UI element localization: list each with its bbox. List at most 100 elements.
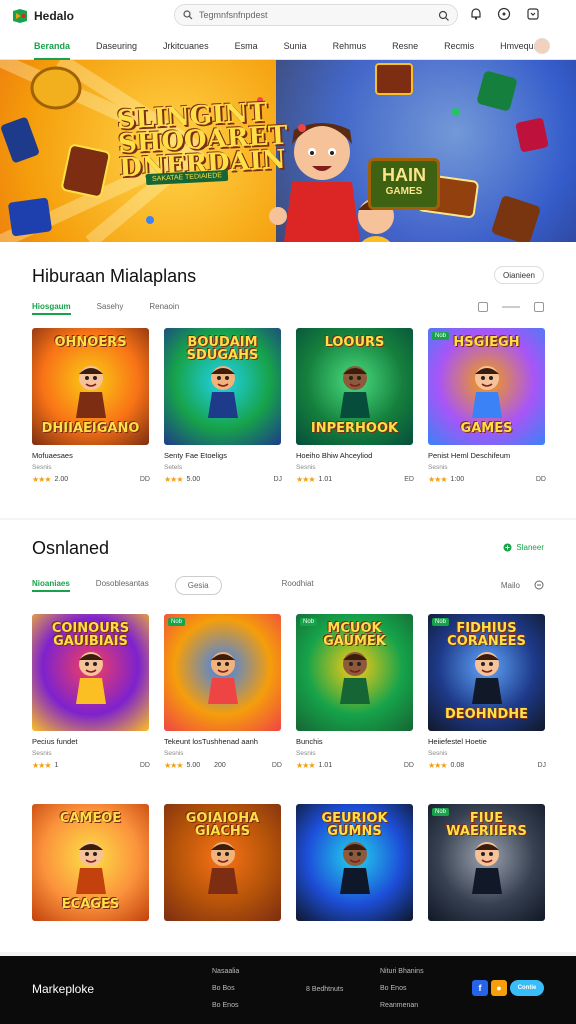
game-card[interactable]: COINOURS GAUIBIAIS Pecius fundet Sesnis ★★★…: [32, 614, 150, 770]
logo-icon[interactable]: [12, 8, 28, 24]
tab[interactable]: Renaoin: [149, 302, 179, 315]
hero-badge-line2: GAMES: [385, 186, 423, 197]
search-input[interactable]: Tegmnfsnfnpdest: [174, 4, 458, 26]
rating-value: 0.08: [450, 762, 465, 769]
card-meta: ★★★ 2.00 DD: [32, 475, 150, 484]
game-thumbnail[interactable]: Nob HSGIEGH GAMES: [428, 328, 545, 445]
nav-item[interactable]: Daseuring: [96, 32, 137, 60]
game-title[interactable]: Pecius fundet: [32, 737, 150, 746]
footer-link[interactable]: Bo Bos: [212, 985, 239, 992]
hero-badge-line1: HAIN: [382, 165, 426, 185]
count-value: 200: [214, 762, 226, 769]
hero-banner[interactable]: SLINGINT SHOOARET DNERDAIN SAKATAE TEDIA…: [0, 60, 576, 242]
footer-link[interactable]: Reanmenan: [380, 1002, 424, 1009]
game-card[interactable]: Nob FIUE WAERIIERS: [428, 804, 546, 921]
nav-item[interactable]: Resne: [392, 32, 418, 60]
nav-item[interactable]: Rehmus: [333, 32, 367, 60]
footer-link[interactable]: 8 Bedhtnuts: [306, 986, 343, 993]
footer-link[interactable]: Bo Enos: [380, 985, 424, 992]
character-illustration: [472, 652, 502, 704]
contact-button[interactable]: Contie: [510, 980, 544, 996]
filter-icon[interactable]: [534, 580, 544, 590]
tab[interactable]: Sasehy: [97, 302, 124, 315]
cart-icon[interactable]: [526, 7, 540, 21]
list-view-icon[interactable]: [534, 302, 544, 312]
game-category: Sesnis: [296, 750, 316, 757]
game-card[interactable]: CAMEOE ECAGES: [32, 804, 150, 921]
game-card[interactable]: Nob Tekeunt losTushhenad aanh Sesnis ★★★ 5.0…: [164, 614, 282, 770]
game-card[interactable]: Nob HSGIEGH GAMES Penist Heml Deschifeum Ses…: [428, 328, 546, 484]
game-category: Sesnis: [32, 750, 52, 757]
game-card[interactable]: LOOURS INPERHOOK Hoeiho Bhiw Ahceyliod Sesn…: [296, 328, 414, 484]
star-rating-icon: ★★★: [32, 761, 51, 770]
card-badge: DJ: [273, 476, 282, 483]
rating-value: 1.01: [318, 476, 333, 483]
card-meta: ★★★ 1 DD: [32, 761, 150, 770]
logo-text[interactable]: Hedalo: [34, 9, 154, 23]
tab[interactable]: Gesia: [174, 576, 222, 595]
nav-item[interactable]: Jrkitcuanes: [163, 32, 209, 60]
nav-item[interactable]: Sunia: [284, 32, 307, 60]
rating-value: 1:00: [450, 476, 465, 483]
game-title[interactable]: Heiiefestel Hoetie: [428, 737, 546, 746]
footer-link[interactable]: Bo Enos: [212, 1002, 239, 1009]
tab[interactable]: Dosoblesantas: [96, 579, 149, 592]
sort-label[interactable]: Mailo: [501, 581, 520, 590]
instagram-icon[interactable]: ●: [491, 980, 507, 996]
tab[interactable]: Hiosgaum: [32, 302, 71, 315]
game-thumbnail[interactable]: CAMEOE ECAGES: [32, 804, 149, 921]
game-thumbnail[interactable]: Nob MCUOK GAUMEK: [296, 614, 413, 731]
game-thumbnail[interactable]: Nob: [164, 614, 281, 731]
game-title[interactable]: Mofuaesaes: [32, 451, 150, 460]
game-title[interactable]: Bunchis: [296, 737, 414, 746]
tab[interactable]: Nioaniaes: [32, 579, 70, 592]
footer-brand[interactable]: Markeploke: [32, 982, 94, 996]
rating-value: 1.01: [318, 762, 333, 769]
game-card[interactable]: GOIAIOHA GIACHS: [164, 804, 282, 921]
footer-link[interactable]: Nasaalia: [212, 968, 239, 975]
game-title[interactable]: Senty Fae Etoeligs: [164, 451, 282, 460]
thumbnail-subtitle: DHIIAEIGANO: [41, 421, 140, 436]
card-meta: ★★★ 5.00 200 DD: [164, 761, 282, 770]
game-thumbnail[interactable]: Nob FIUE WAERIIERS: [428, 804, 545, 921]
character-illustration: [340, 652, 370, 704]
card-badge: DD: [271, 762, 282, 769]
game-title[interactable]: Tekeunt losTushhenad aanh: [164, 737, 282, 746]
game-card[interactable]: OHNOERS DHIIAEIGANO Mofuaesaes Sesnis ★★★ 2.0…: [32, 328, 150, 484]
grid-view-icon[interactable]: [478, 302, 488, 312]
card-badge: DD: [535, 476, 546, 483]
nav-item[interactable]: Recmis: [444, 32, 474, 60]
game-title[interactable]: Hoeiho Bhiw Ahceyliod: [296, 451, 414, 460]
character-illustration: [208, 366, 238, 418]
game-card[interactable]: Nob MCUOK GAUMEK Bunchis Sesnis ★★★ 1.01 DD: [296, 614, 414, 770]
view-all-button[interactable]: Oianieen: [493, 266, 544, 284]
game-thumbnail[interactable]: Nob FIDHIUS CORANEES DEOHNDHE: [428, 614, 545, 731]
game-thumbnail[interactable]: BOUDAIM SDUGAHS: [164, 328, 281, 445]
nav-item[interactable]: Beranda: [34, 32, 71, 60]
game-card[interactable]: Nob FIDHIUS CORANEES DEOHNDHE Heiiefestel H…: [428, 614, 546, 770]
card-meta: ★★★ 1.01 ED: [296, 475, 414, 484]
section-featured: Hiburaan Mialaplans Oianieen Hiosgaum Sas…: [0, 242, 576, 518]
view-tools: [478, 302, 544, 312]
tab[interactable]: Roodhiat: [282, 579, 314, 592]
game-card[interactable]: BOUDAIM SDUGAHS Senty Fae Etoeligs Setels ★…: [164, 328, 282, 484]
game-thumbnail[interactable]: GOIAIOHA GIACHS: [164, 804, 281, 921]
footer-link[interactable]: Nituri Bhanins: [380, 968, 424, 975]
card-badge: DD: [139, 762, 150, 769]
camera-search-icon[interactable]: [438, 10, 449, 21]
game-thumbnail[interactable]: GEURIOK GUMNS: [296, 804, 413, 921]
game-thumbnail[interactable]: COINOURS GAUIBIAIS: [32, 614, 149, 731]
social-links: f ● Contie: [472, 980, 544, 996]
bell-icon[interactable]: [469, 7, 483, 21]
character-illustration: [208, 842, 238, 894]
character-illustration: [340, 842, 370, 894]
view-more-link[interactable]: Slaneer: [503, 543, 544, 552]
facebook-icon[interactable]: f: [472, 980, 488, 996]
game-thumbnail[interactable]: OHNOERS DHIIAEIGANO: [32, 328, 149, 445]
nav-item[interactable]: Esma: [235, 32, 258, 60]
help-icon[interactable]: [497, 7, 511, 21]
game-thumbnail[interactable]: LOOURS INPERHOOK: [296, 328, 413, 445]
avatar[interactable]: [534, 38, 550, 54]
game-title[interactable]: Penist Heml Deschifeum: [428, 451, 546, 460]
game-card[interactable]: GEURIOK GUMNS: [296, 804, 414, 921]
